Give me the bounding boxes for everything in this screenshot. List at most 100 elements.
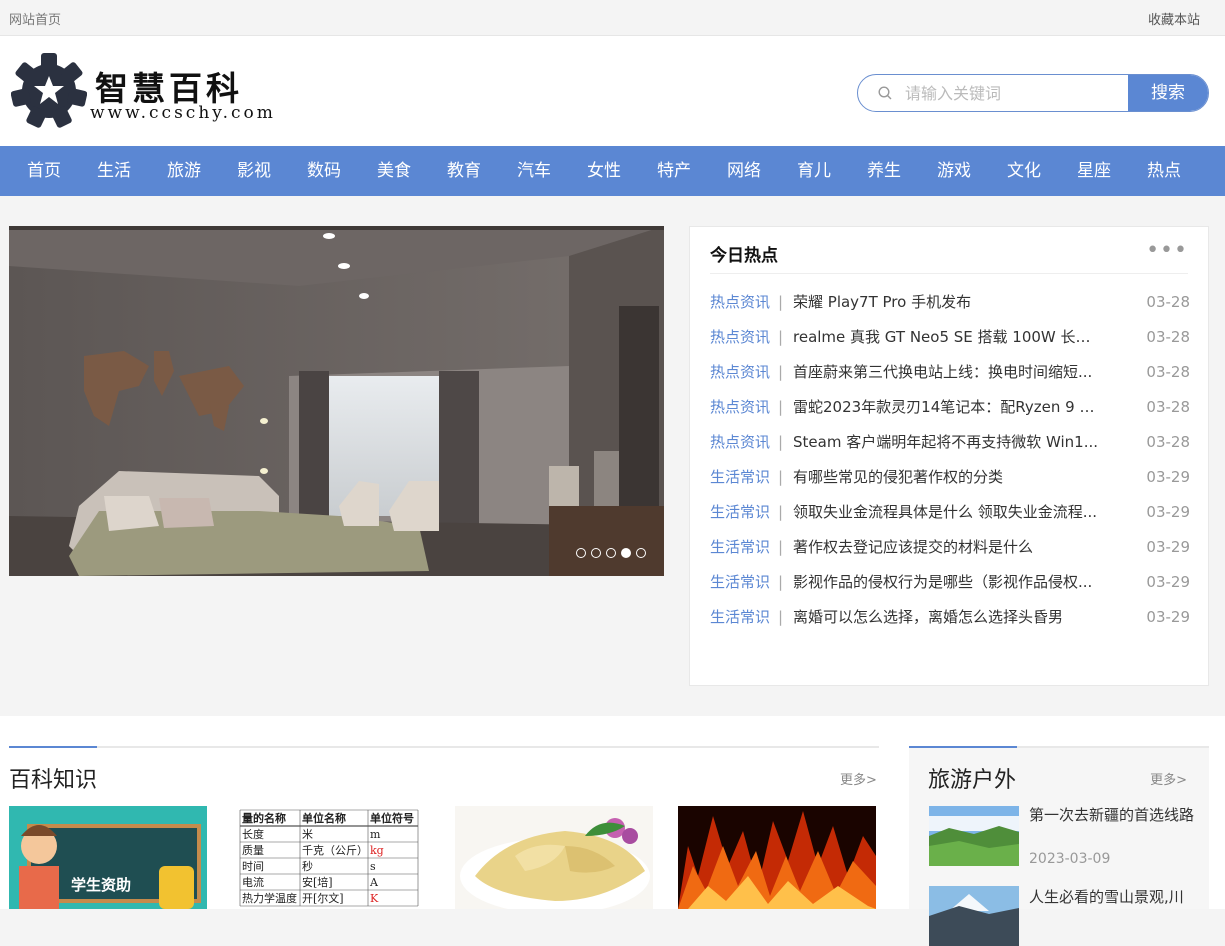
hot-news-date: 03-28 <box>1146 328 1190 346</box>
hot-news-separator: | <box>778 468 784 486</box>
hot-news-row[interactable]: 生活常识 | 离婚可以怎么选择，离婚怎么选择头昏男 03-29 <box>710 605 1190 629</box>
slider-image-bedroom[interactable] <box>9 226 664 576</box>
hot-news-separator: | <box>778 398 784 416</box>
search-box: 搜索 <box>857 74 1209 112</box>
hot-news-title[interactable]: 领取失业金流程具体是什么 领取失业金流程... <box>793 500 1098 524</box>
nav-item[interactable]: 热点 <box>1129 146 1199 196</box>
hot-news-category[interactable]: 热点资讯 <box>710 325 770 349</box>
hot-divider <box>710 273 1188 274</box>
hot-news-row[interactable]: 生活常识 | 著作权去登记应该提交的材料是什么 03-29 <box>710 535 1190 559</box>
nav-item[interactable]: 美食 <box>359 146 429 196</box>
hot-news-category[interactable]: 热点资讯 <box>710 290 770 314</box>
slider-dot[interactable] <box>621 548 631 558</box>
nav-item[interactable]: 影视 <box>219 146 289 196</box>
hot-news-category[interactable]: 热点资讯 <box>710 430 770 454</box>
hot-news-row[interactable]: 生活常识 | 有哪些常见的侵犯著作权的分类 03-29 <box>710 465 1190 489</box>
hot-news-title[interactable]: Steam 客户端明年起将不再支持微软 Win1... <box>793 430 1098 454</box>
student-aid-text: 学生资助 <box>71 876 131 894</box>
thumb-chicken-dish[interactable] <box>455 806 653 909</box>
site-home-link[interactable]: 网站首页 <box>9 9 61 28</box>
hot-news-row[interactable]: 热点资讯 | 荣耀 Play7T Pro 手机发布 03-28 <box>710 290 1190 314</box>
hot-news-category[interactable]: 生活常识 <box>710 465 770 489</box>
nav-item[interactable]: 养生 <box>849 146 919 196</box>
travel-item-image[interactable] <box>929 886 1019 946</box>
nav-item[interactable]: 女性 <box>569 146 639 196</box>
unit-table-header: 单位名称 <box>302 811 346 825</box>
hot-news-category[interactable]: 生活常识 <box>710 570 770 594</box>
logo-gear-icon[interactable] <box>11 53 87 129</box>
hot-news-separator: | <box>778 433 784 451</box>
hot-news-row[interactable]: 热点资讯 | 首座蔚来第三代换电站上线：换电时间缩短... 03-28 <box>710 360 1190 384</box>
hot-news-row[interactable]: 生活常识 | 领取失业金流程具体是什么 领取失业金流程... 03-29 <box>710 500 1190 524</box>
hot-news-panel: 今日热点 ••• 热点资讯 | 荣耀 Play7T Pro 手机发布 03-28 热点资… <box>689 226 1209 686</box>
slider-dot[interactable] <box>606 548 616 558</box>
hot-news-separator: | <box>778 608 784 626</box>
search-input[interactable] <box>905 75 1125 111</box>
hot-news-title[interactable]: 影视作品的侵权行为是哪些（影视作品侵权... <box>793 570 1098 594</box>
search-icon <box>878 86 892 100</box>
unit-table-cell: s <box>370 860 376 873</box>
main-nav: 首页 生活 旅游 影视 数码 美食 教育 汽车 女性 特产 网络 育儿 养生 游戏 文化 星座 热点 <box>0 146 1225 196</box>
hot-news-category[interactable]: 生活常识 <box>710 605 770 629</box>
slider-dot[interactable] <box>591 548 601 558</box>
logo-domain: www.ccschy.com <box>90 103 276 123</box>
hot-news-title[interactable]: 有哪些常见的侵犯著作权的分类 <box>793 465 1098 489</box>
nav-item[interactable]: 星座 <box>1059 146 1129 196</box>
student-aid-illustration: 学生资助 <box>9 806 207 909</box>
featured-slider[interactable] <box>9 226 664 576</box>
hot-news-separator: | <box>778 363 784 381</box>
hot-news-title[interactable]: realme 真我 GT Neo5 SE 搭载 100W 长寿... <box>793 325 1098 349</box>
hot-news-title[interactable]: 著作权去登记应该提交的材料是什么 <box>793 535 1098 559</box>
unit-table-cell: 米 <box>302 828 313 841</box>
hot-news-date: 03-29 <box>1146 503 1190 521</box>
nav-item[interactable]: 数码 <box>289 146 359 196</box>
hot-news-row[interactable]: 热点资讯 | 雷蛇2023年款灵刃14笔记本：配Ryzen 9 7... 03-28 <box>710 395 1190 419</box>
nav-item[interactable]: 生活 <box>79 146 149 196</box>
nav-item[interactable]: 教育 <box>429 146 499 196</box>
travel-item-date: 2023-03-09 <box>1029 851 1111 867</box>
more-dots-icon[interactable]: ••• <box>1146 240 1188 262</box>
nav-item[interactable]: 文化 <box>989 146 1059 196</box>
nav-item[interactable]: 网络 <box>709 146 779 196</box>
hot-news-title[interactable]: 雷蛇2023年款灵刃14笔记本：配Ryzen 9 7... <box>793 395 1098 419</box>
hot-news-row[interactable]: 热点资讯 | Steam 客户端明年起将不再支持微软 Win1... 03-28 <box>710 430 1190 454</box>
thumb-student-aid[interactable]: 学生资助 <box>9 806 207 909</box>
hot-news-category[interactable]: 生活常识 <box>710 500 770 524</box>
search-button[interactable]: 搜索 <box>1128 75 1208 111</box>
hot-news-category[interactable]: 生活常识 <box>710 535 770 559</box>
travel-more-link[interactable]: 更多> <box>1150 769 1187 788</box>
unit-table-cell: 时间 <box>242 860 264 873</box>
hot-news-title[interactable]: 首座蔚来第三代换电站上线：换电时间缩短... <box>793 360 1098 384</box>
nav-item[interactable]: 首页 <box>9 146 79 196</box>
travel-item-title[interactable]: 人生必看的雪山景观,川 <box>1029 886 1194 908</box>
hot-news-date: 03-28 <box>1146 293 1190 311</box>
hot-news-date: 03-29 <box>1146 538 1190 556</box>
hot-news-date: 03-29 <box>1146 468 1190 486</box>
nav-item[interactable]: 游戏 <box>919 146 989 196</box>
unit-table-cell: A <box>369 876 379 889</box>
hot-news-date: 03-29 <box>1146 573 1190 591</box>
nav-item[interactable]: 特产 <box>639 146 709 196</box>
hot-news-row[interactable]: 生活常识 | 影视作品的侵权行为是哪些（影视作品侵权... 03-29 <box>710 570 1190 594</box>
unit-table-cell: 质量 <box>242 844 264 857</box>
hot-news-title[interactable]: 离婚可以怎么选择，离婚怎么选择头昏男 <box>793 605 1098 629</box>
baike-more-link[interactable]: 更多> <box>840 769 877 788</box>
thumb-unit-table[interactable]: 量的名称 单位名称 单位符号 长度 米 m 质量 千克（公斤） kg 时间 秒 s 电流 安[培] A 热力学… <box>232 806 430 909</box>
travel-title: 旅游户外 <box>928 768 1017 793</box>
hot-news-title[interactable]: 荣耀 Play7T Pro 手机发布 <box>793 290 1098 314</box>
slider-dot[interactable] <box>576 548 586 558</box>
bookmark-site-link[interactable]: 收藏本站 <box>1148 9 1200 28</box>
nav-item[interactable]: 育儿 <box>779 146 849 196</box>
unit-table-header: 量的名称 <box>242 811 286 825</box>
hot-news-separator: | <box>778 293 784 311</box>
hot-news-row[interactable]: 热点资讯 | realme 真我 GT Neo5 SE 搭载 100W 长寿... 0… <box>710 325 1190 349</box>
hot-news-category[interactable]: 热点资讯 <box>710 395 770 419</box>
nav-item[interactable]: 旅游 <box>149 146 219 196</box>
slider-dot[interactable] <box>636 548 646 558</box>
hot-news-category[interactable]: 热点资讯 <box>710 360 770 384</box>
nav-item[interactable]: 汽车 <box>499 146 569 196</box>
thumb-fire[interactable] <box>678 806 876 909</box>
travel-item-image[interactable] <box>929 806 1019 866</box>
travel-item-title[interactable]: 第一次去新疆的首选线路 <box>1029 804 1194 826</box>
baike-underline <box>9 746 879 748</box>
